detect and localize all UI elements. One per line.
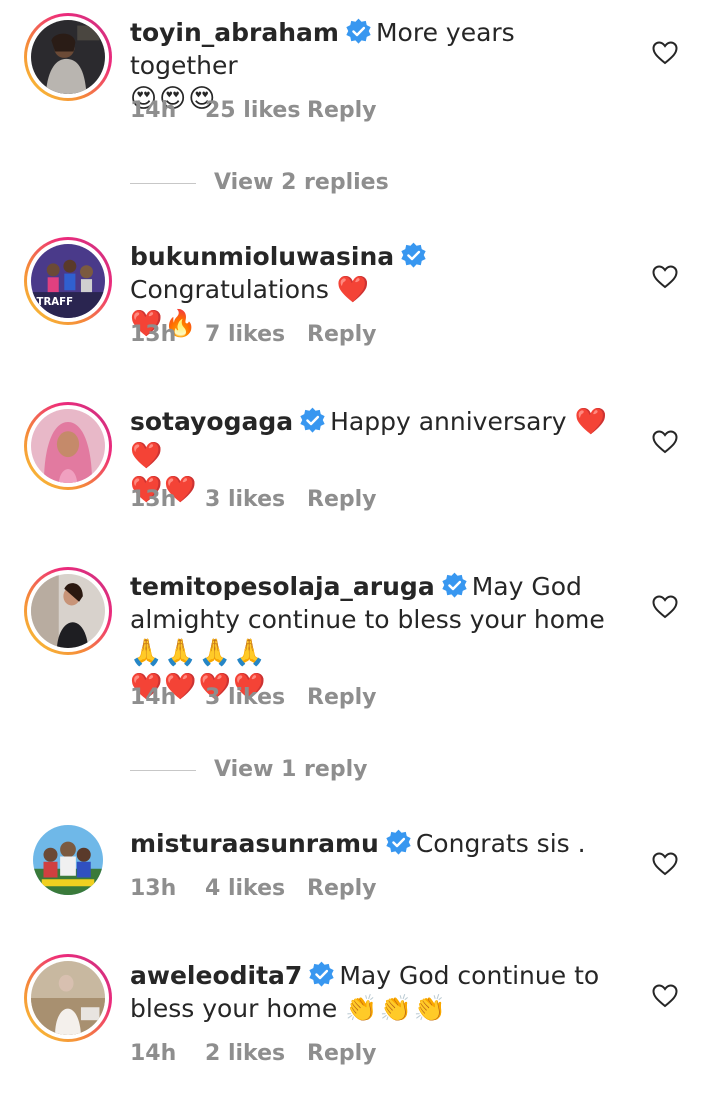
avatar[interactable] [30, 822, 106, 898]
comment-meta: 14h 25 likes Reply [130, 98, 377, 123]
reply-button[interactable]: Reply [307, 685, 377, 710]
view-replies-button[interactable]: View 1 reply [130, 757, 367, 782]
likes-count[interactable]: 2 likes [205, 1041, 307, 1066]
username[interactable]: bukunmioluwasina [130, 242, 394, 271]
svg-text:TRAFF: TRAFF [37, 297, 74, 308]
avatar[interactable] [24, 954, 112, 1042]
likes-count[interactable]: 4 likes [205, 876, 307, 901]
verified-badge-icon [345, 18, 372, 45]
divider [130, 769, 196, 771]
heart-outline-icon[interactable] [652, 430, 678, 454]
comment-time: 13h [130, 322, 177, 347]
likes-count[interactable]: 3 likes [205, 487, 307, 512]
comment-time: 13h [130, 487, 177, 512]
verified-badge-icon [385, 829, 412, 856]
view-replies-button[interactable]: View 2 replies [130, 170, 389, 195]
comment-meta: 13h 3 likes Reply [130, 487, 377, 512]
avatar[interactable]: TRAFF [24, 237, 112, 325]
comment-emoji: ❤️ [336, 275, 372, 305]
reply-button[interactable]: Reply [307, 487, 377, 512]
comment-text: Congratulations [130, 275, 329, 304]
comment-body: temitopesolaja_aruga May God almighty con… [130, 570, 630, 704]
username[interactable]: misturaasunramu [130, 829, 379, 858]
comment-emoji: 🙏🙏🙏🙏 [130, 638, 268, 668]
comment-body: misturaasunramu Congrats sis . [130, 827, 630, 860]
heart-outline-icon[interactable] [652, 852, 678, 876]
comment-text: Congrats sis . [415, 829, 586, 858]
verified-badge-icon [308, 961, 335, 988]
comment-body: aweleodita7 May God continue to bless you… [130, 959, 630, 1026]
comment-time: 14h [130, 685, 177, 710]
comment-time: 13h [130, 876, 177, 901]
heart-outline-icon[interactable] [652, 41, 678, 65]
likes-count[interactable]: 3 likes [205, 685, 307, 710]
view-replies-label[interactable]: View 2 replies [214, 170, 389, 195]
reply-button[interactable]: Reply [307, 1041, 377, 1066]
verified-badge-icon [299, 407, 326, 434]
comment-meta: 13h 7 likes Reply [130, 322, 377, 347]
comment-time: 14h [130, 1041, 177, 1066]
heart-outline-icon[interactable] [652, 595, 678, 619]
reply-button[interactable]: Reply [307, 98, 377, 123]
comment-time: 14h [130, 98, 177, 123]
username[interactable]: sotayogaga [130, 407, 293, 436]
comment-emoji: 👏👏👏 [345, 994, 449, 1024]
username[interactable]: temitopesolaja_aruga [130, 572, 435, 601]
comment-meta: 13h 4 likes Reply [130, 876, 377, 901]
comment-meta: 14h 2 likes Reply [130, 1041, 377, 1066]
likes-count[interactable]: 25 likes [205, 98, 307, 123]
verified-badge-icon [400, 242, 427, 269]
likes-count[interactable]: 7 likes [205, 322, 307, 347]
reply-button[interactable]: Reply [307, 322, 377, 347]
heart-outline-icon[interactable] [652, 265, 678, 289]
reply-button[interactable]: Reply [307, 876, 377, 901]
avatar[interactable] [24, 402, 112, 490]
heart-outline-icon[interactable] [652, 984, 678, 1008]
username[interactable]: toyin_abraham [130, 18, 339, 47]
username[interactable]: aweleodita7 [130, 961, 302, 990]
avatar[interactable] [24, 567, 112, 655]
comment-meta: 14h 3 likes Reply [130, 685, 377, 710]
verified-badge-icon [441, 572, 468, 599]
avatar[interactable] [24, 13, 112, 101]
divider [130, 182, 196, 184]
comment-text: Happy anniversary [330, 407, 567, 436]
view-replies-label[interactable]: View 1 reply [214, 757, 367, 782]
